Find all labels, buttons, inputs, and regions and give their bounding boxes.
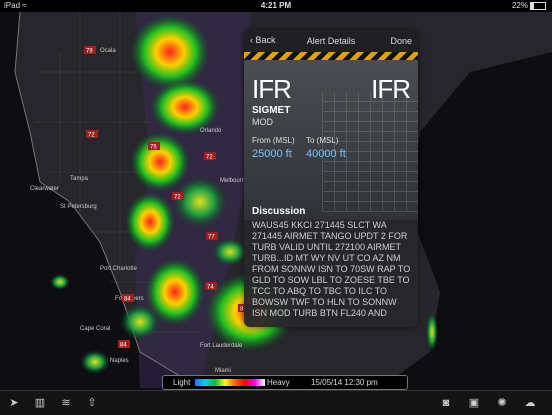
layers-icon[interactable]: ≋ [60,397,72,409]
legend-heavy-label: Heavy [267,378,290,387]
from-label: From (MSL) [252,136,295,145]
camera-icon[interactable]: ◙ [440,397,452,409]
highway-marker: 72 [206,155,213,161]
city-label: Naples [110,358,129,364]
city-label: Clearwater [30,186,59,192]
alert-category: IFR [252,74,292,104]
highway-marker: 84 [120,343,127,349]
highway-marker: 72 [88,133,95,139]
from-value: 25000 ft [252,148,292,160]
hazard-stripe [244,52,418,60]
city-label: Fort Lauderdale [200,343,243,349]
radar-timestamp: 15/05/14 12:30 pm [311,378,378,387]
radar-legend: Light Heavy 15/05/14 12:30 pm [162,375,408,390]
location-arrow-icon[interactable]: ➤ [8,397,20,409]
map-icon[interactable]: ▥ [34,397,46,409]
share-icon[interactable]: ⇧ [86,397,98,409]
city-label: Miami [215,368,231,374]
legend-color-bar [195,379,265,386]
battery-indicator: 22% [512,0,546,12]
photo-icon[interactable]: ▣ [468,397,480,409]
discussion-text[interactable]: WAUS45 KKCI 271445 SLCT WA 271445 AIRMET… [252,220,414,320]
highway-marker: 74 [207,285,214,291]
city-label: Port Charlotte [100,266,138,272]
cloud-icon[interactable]: ☁ [524,397,536,409]
discussion-heading: Discussion [252,206,306,217]
gear-icon[interactable]: ✺ [496,397,508,409]
highway-marker: 72 [174,195,181,201]
to-value: 40000 ft [306,148,346,160]
city-label: Orlando [200,128,222,134]
city-label: Cape Coral [80,326,110,332]
city-label: St Petersburg [60,204,97,210]
alert-category-badge: IFR [371,74,411,104]
alert-type: SIGMET [252,105,291,116]
city-label: Ocala [100,48,116,54]
to-label: To (MSL) [306,136,339,145]
highway-marker: 75 [150,145,157,151]
highway-marker: 84 [124,297,131,303]
bottom-toolbar: ➤ ▥ ≋ ⇧ ◙ ▣ ✺ ☁ [0,390,552,415]
highway-marker: 79 [86,49,93,55]
clock: 4:21 PM [260,1,292,10]
alert-severity: MOD [252,117,273,127]
alert-details-panel: ‹ Back Alert Details Done IFR IFR SIGMET… [244,30,418,327]
city-label: Tampa [70,176,89,182]
battery-icon [530,1,546,10]
done-button[interactable]: Done [390,36,412,46]
highway-marker: 77 [208,235,215,241]
panel-header: ‹ Back Alert Details Done [244,30,418,52]
status-bar: iPad ≈ 4:21 PM 22% [0,0,552,12]
legend-light-label: Light [173,378,191,387]
